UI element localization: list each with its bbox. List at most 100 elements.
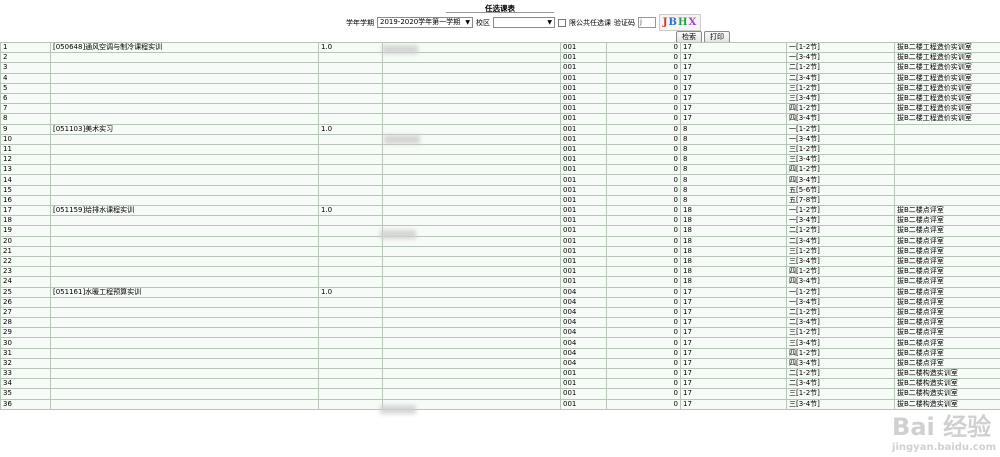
cell-index: 7 [0,103,51,115]
cell-teacher [382,245,561,257]
table-row: 18 001 0 18 一[3-4节] 拔B二楼点评室 [0,215,1000,227]
cell-index: 6 [0,92,51,105]
captcha-input[interactable]: j [638,17,656,28]
cell-teacher [382,378,561,390]
cell-index: 19 [0,225,51,237]
cell-room: 拔B二楼点评室 [894,296,1000,308]
cell-class: 001 [560,194,607,207]
cell-course [50,174,319,186]
cell-class: 004 [560,306,607,319]
cell-time: 三[3-4节] [786,255,895,268]
cell-credit [318,52,383,64]
watermark: Bai 经验 jingyan.baidu.com [892,407,996,453]
cell-time: 三[1-2节] [786,327,895,339]
cell-credit [318,337,383,349]
cell-course [50,62,319,74]
cell-week: 17 [680,72,787,84]
cell-class: 001 [560,52,607,64]
cell-index: 25 [0,286,51,298]
cell-week: 17 [680,41,787,54]
cell-class: 001 [560,174,607,186]
cell-room: 拔B二楼点评室 [894,225,1000,237]
table-row: 4 001 0 17 二[3-4节] 拔B二楼工程造价实训室 [0,72,1000,84]
table-row: 31 004 0 17 四[1-2节] 拔B二楼点评室 [0,347,1000,359]
cell-class: 001 [560,113,607,125]
year-select[interactable]: 2019-2020学年第一学期 ▼ [377,17,473,28]
campus-select[interactable]: ▼ [493,17,555,28]
table-row: 17 [051159]给排水课程实训 1.0 001 0 18 一[1-2节] 拔B二楼点评室 [0,204,1000,217]
cell-room: 拔B二楼点评室 [894,255,1000,268]
table-row: 13 001 0 8 四[1-2节] [0,164,1000,176]
cell-index: 9 [0,123,51,135]
cell-time: 二[3-4节] [786,317,895,329]
cell-count: 0 [606,133,681,145]
cell-time: 一[3-4节] [786,133,895,145]
table-row: 15 001 0 8 五[5-6节] [0,184,1000,196]
cell-credit [318,225,383,237]
cell-count: 0 [606,52,681,64]
cell-count: 0 [606,143,681,156]
cell-credit [318,143,383,156]
captcha-image[interactable]: J B H X [659,14,701,31]
cell-room [894,164,1000,176]
cell-room: 拔B二楼工程造价实训室 [894,52,1000,64]
cell-time: 一[3-4节] [786,296,895,308]
cell-index: 35 [0,388,51,400]
cell-course: [051161]水暖工程预算实训 [50,286,319,298]
table-row: 33 001 0 17 二[1-2节] 拔B二楼构造实训室 [0,367,1000,380]
cell-teacher [382,215,561,227]
table-row: 6 001 0 17 三[3-4节] 拔B二楼工程造价实训室 [0,92,1000,105]
cell-count: 0 [606,388,681,400]
cell-room [894,133,1000,145]
cell-room: 拔B二楼点评室 [894,327,1000,339]
cell-index: 27 [0,306,51,319]
table-row: 1 [050648]通风空调与制冷课程实训 1.0 001 0 17 一[1-2节] 拔B二楼… [0,41,1000,54]
cell-week: 17 [680,327,787,339]
cell-count: 0 [606,215,681,227]
cell-week: 17 [680,378,787,390]
cell-week: 17 [680,82,787,94]
cell-teacher [382,327,561,339]
cell-index: 14 [0,174,51,186]
captcha-char: X [688,17,698,28]
table-row: 12 001 0 8 三[3-4节] [0,154,1000,166]
cell-credit [318,194,383,207]
year-label: 学年学期 [346,18,374,27]
cell-time: 四[1-2节] [786,164,895,176]
table-row: 10 001 0 8 一[3-4节] [0,133,1000,145]
public-only-checkbox[interactable] [558,18,566,27]
cell-time: 一[1-2节] [786,123,895,135]
cell-index: 33 [0,367,51,380]
table-row: 35 001 0 17 三[1-2节] 拔B二楼构造实训室 [0,388,1000,400]
cell-room: 拔B二楼构造实训室 [894,398,1000,410]
cell-class: 004 [560,317,607,329]
cell-room: 拔B二楼点评室 [894,204,1000,217]
table-row: 26 004 0 17 一[3-4节] 拔B二楼点评室 [0,296,1000,308]
cell-room: 拔B二楼点评室 [894,306,1000,319]
cell-credit [318,398,383,410]
cell-class: 001 [560,204,607,217]
cell-class: 004 [560,347,607,359]
cell-teacher [382,82,561,94]
table-row: 28 004 0 17 二[3-4节] 拔B二楼点评室 [0,317,1000,329]
captcha-char: H [677,17,689,28]
cell-week: 17 [680,296,787,308]
cell-week: 17 [680,367,787,380]
cell-room: 拔B二楼构造实训室 [894,388,1000,400]
cell-room [894,154,1000,166]
cell-time: 二[1-2节] [786,62,895,74]
cell-credit [318,164,383,176]
campus-label: 校区 [476,18,490,27]
table-row: 19 001 0 18 二[1-2节] 拔B二楼点评室 [0,225,1000,237]
cell-index: 26 [0,296,51,308]
cell-teacher [382,337,561,349]
cell-index: 4 [0,72,51,84]
cell-course: [051159]给排水课程实训 [50,204,319,217]
cell-credit [318,245,383,257]
cell-course: [050648]通风空调与制冷课程实训 [50,41,319,54]
cell-time: 四[3-4节] [786,174,895,186]
cell-index: 5 [0,82,51,94]
cell-teacher [382,184,561,196]
cell-class: 001 [560,184,607,196]
cell-course [50,245,319,257]
